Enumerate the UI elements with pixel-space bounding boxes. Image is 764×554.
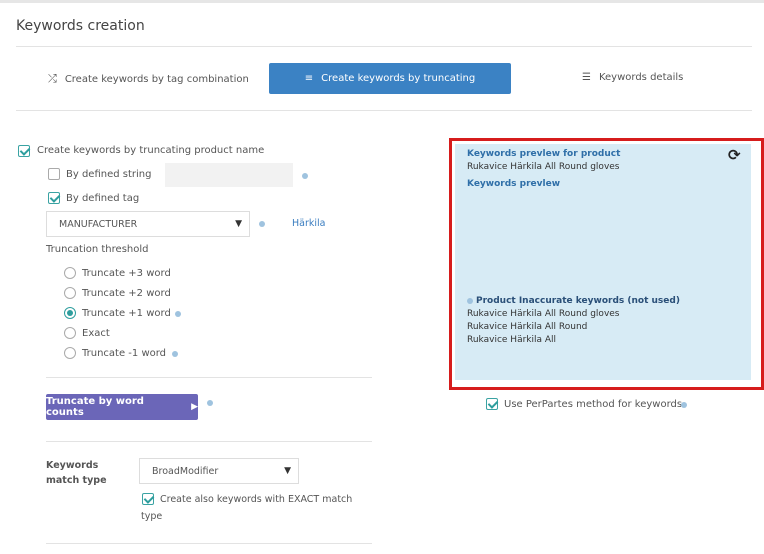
tab-label: Create keywords by truncating: [321, 73, 476, 84]
radio-truncate-plus3[interactable]: [64, 267, 76, 279]
inaccurate-keyword: Rukavice Härkila All Round gloves: [467, 309, 620, 319]
exact-match-label-line2: type: [141, 511, 163, 522]
radio-label: Exact: [82, 328, 110, 339]
info-icon: [172, 351, 178, 357]
radio-label: Truncate +1 word: [82, 308, 171, 319]
button-label: Truncate by word counts: [46, 396, 144, 418]
tag-select-value: MANUFACTURER: [59, 218, 138, 230]
match-type-label-line1: Keywords: [46, 460, 99, 471]
perpartes-checkbox[interactable]: [486, 398, 498, 410]
preview-product-name: Rukavice Härkila All Round gloves: [467, 162, 620, 172]
by-defined-string-checkbox[interactable]: [48, 168, 60, 180]
by-defined-tag-label: By defined tag: [66, 193, 140, 204]
refresh-icon[interactable]: ⟳: [728, 146, 741, 164]
match-type-label-line2: match type: [46, 475, 107, 486]
exact-match-checkbox[interactable]: [142, 493, 154, 505]
chevron-down-icon: ▼: [235, 219, 242, 229]
list-icon: ☰: [582, 72, 591, 83]
radio-label: Truncate +3 word: [82, 268, 171, 279]
tabs-divider: [16, 110, 752, 111]
match-type-select[interactable]: BroadModifier ▼: [139, 458, 299, 484]
radio-truncate-plus1[interactable]: [64, 307, 76, 319]
shuffle-icon: ⤮: [48, 72, 57, 85]
info-icon: [467, 298, 473, 304]
match-type-value: BroadModifier: [152, 465, 219, 477]
section-divider: [46, 377, 372, 378]
info-icon: [302, 173, 308, 179]
tag-select[interactable]: MANUFACTURER ▼: [46, 211, 250, 237]
radio-label: Truncate +2 word: [82, 288, 171, 299]
truncate-product-name-checkbox[interactable]: [18, 145, 30, 157]
perpartes-label: Use PerPartes method for keywords: [504, 399, 683, 410]
radio-exact[interactable]: [64, 327, 76, 339]
tab-keywords-details[interactable]: ☰ Keywords details: [582, 72, 683, 83]
tab-tag-combination[interactable]: ⤮ Create keywords by tag combination: [48, 72, 249, 86]
info-icon: [259, 221, 265, 227]
threshold-label: Truncation threshold: [46, 244, 149, 255]
inaccurate-keyword: Rukavice Härkila All: [467, 335, 557, 345]
inaccurate-heading: Product Inaccurate keywords (not used): [476, 296, 680, 306]
info-icon: [175, 311, 181, 317]
exact-match-label-line1: Create also keywords with EXACT match: [160, 494, 353, 505]
section-divider: [46, 543, 372, 544]
preview-heading: Keywords prevlew: [467, 179, 561, 189]
title-divider: [16, 46, 752, 47]
sort-icon: ≡: [304, 73, 314, 84]
preview-product-heading: Keywords prevlew for product: [467, 149, 621, 159]
info-icon: [207, 400, 213, 406]
radio-label: Truncate -1 word: [82, 348, 167, 359]
inaccurate-keyword: Rukavice Härkila All Round: [467, 322, 588, 332]
defined-string-input[interactable]: [165, 163, 293, 187]
top-border: [0, 0, 764, 3]
truncate-product-name-label: Create keywords by truncating product na…: [37, 145, 265, 156]
truncate-by-word-counts-button[interactable]: Truncate by word counts ▶: [46, 394, 198, 420]
section-divider: [46, 441, 372, 442]
caret-right-icon: ▶: [191, 402, 198, 412]
page-title: Keywords creation: [16, 18, 145, 34]
radio-truncate-plus2[interactable]: [64, 287, 76, 299]
tag-value-link[interactable]: Härkila: [292, 218, 325, 229]
tab-label: Keywords details: [598, 72, 684, 83]
tab-label: Create keywords by tag combination: [64, 73, 249, 85]
by-defined-tag-checkbox[interactable]: [48, 192, 60, 204]
radio-truncate-minus1[interactable]: [64, 347, 76, 359]
chevron-down-icon: ▼: [284, 466, 291, 476]
tab-truncating[interactable]: ≡ Create keywords by truncating: [269, 63, 511, 94]
by-defined-string-label: By defined string: [66, 169, 152, 180]
info-icon: [681, 402, 687, 408]
